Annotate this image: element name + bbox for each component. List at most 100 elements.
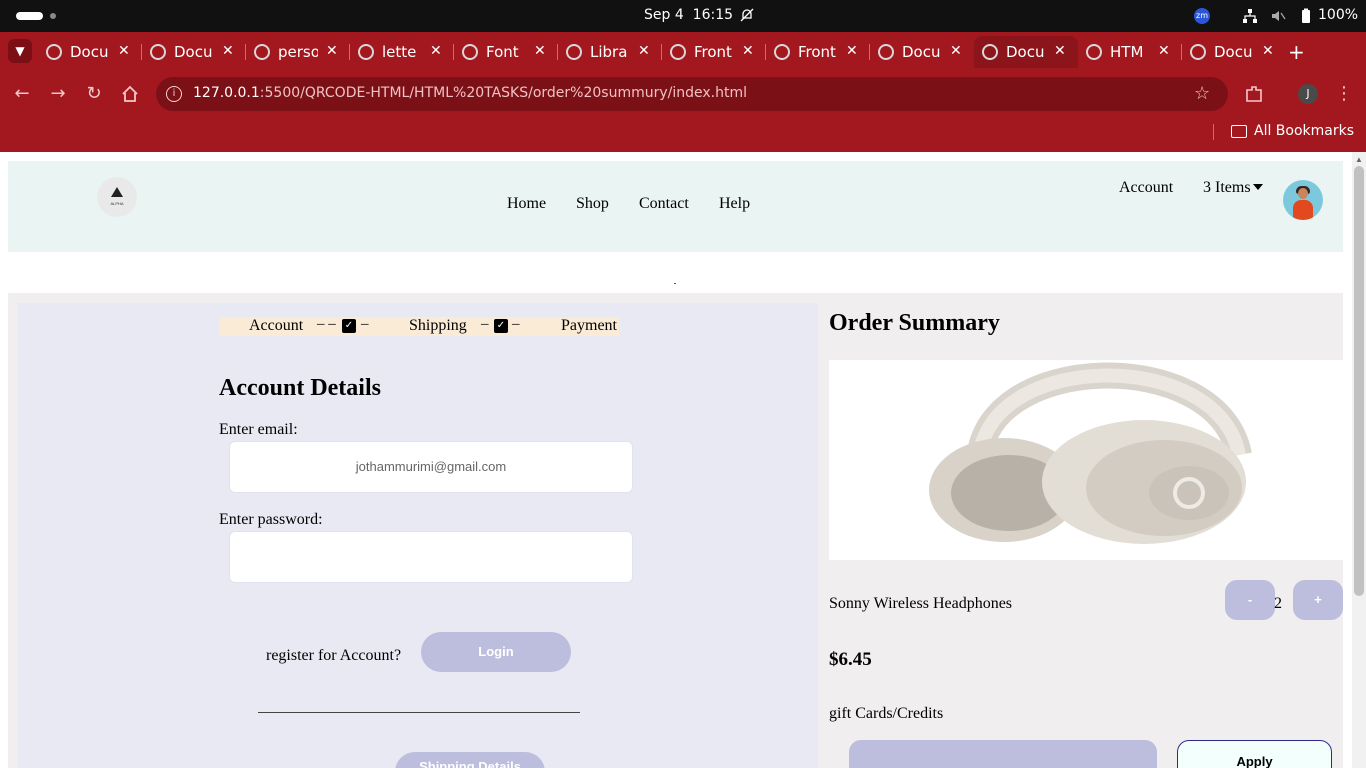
close-tab-icon[interactable]: ✕ — [950, 43, 962, 59]
address-bar[interactable]: i 127.0.0.1:5500/QRCODE-HTML/HTML%20TASK… — [156, 77, 1228, 111]
bell-muted-icon — [740, 8, 754, 22]
order-summary-title: Order Summary — [829, 310, 1000, 336]
password-field[interactable] — [229, 531, 633, 583]
url-host: 127.0.0.1 — [193, 85, 260, 101]
step-connector: – — [512, 316, 520, 332]
clock[interactable]: Sep 4 16:15 — [644, 7, 733, 23]
close-tab-icon[interactable]: ✕ — [638, 43, 650, 59]
cart-dropdown[interactable]: 3 Items — [1203, 179, 1263, 197]
step-shipping[interactable]: Shipping — [409, 317, 467, 335]
globe-icon — [982, 44, 998, 60]
tab-title: Front — [694, 43, 732, 61]
increase-quantity-button[interactable]: + — [1293, 580, 1343, 620]
browser-tab[interactable]: Docu ✕ — [142, 36, 246, 68]
network-icon[interactable] — [1242, 8, 1258, 24]
bookmarks-bar: All Bookmarks — [0, 116, 1366, 152]
close-tab-icon[interactable]: ✕ — [1262, 43, 1274, 59]
headphones-illustration — [929, 362, 1252, 544]
scroll-up-arrow-icon[interactable]: ▲ — [1355, 155, 1363, 164]
browser-tab[interactable]: Front ✕ — [662, 36, 766, 68]
globe-icon — [878, 44, 894, 60]
home-icon[interactable] — [120, 84, 140, 104]
stray-mark — [674, 283, 676, 284]
bookmarks-separator — [1213, 124, 1214, 140]
site-info-icon[interactable]: i — [166, 86, 182, 102]
folder-icon — [1231, 125, 1247, 138]
tab-title: perso — [278, 43, 318, 61]
nav-contact[interactable]: Contact — [639, 195, 689, 213]
quantity-value: 2 — [1274, 595, 1282, 612]
kebab-menu-icon[interactable]: ⋮ — [1334, 84, 1354, 104]
site-header: ALPHA Home Shop Contact Help Account 3 I… — [8, 161, 1343, 252]
checkout-main: Account – – ✓ – Shipping – ✓ – Payment A… — [8, 293, 1343, 768]
browser-tab[interactable]: Docu ✕ — [38, 36, 142, 68]
bookmark-star-icon[interactable]: ☆ — [1194, 83, 1210, 104]
tab-title: Docu — [902, 43, 941, 61]
close-tab-icon[interactable]: ✕ — [222, 43, 234, 59]
forward-icon[interactable]: → — [48, 84, 68, 104]
back-icon[interactable]: ← — [12, 84, 32, 104]
new-tab-button[interactable]: + — [1288, 40, 1305, 64]
tab-title: Font — [486, 43, 519, 61]
close-tab-icon[interactable]: ✕ — [326, 43, 338, 59]
apply-button[interactable]: Apply — [1177, 740, 1332, 768]
browser-tab[interactable]: Docu ✕ — [870, 36, 974, 68]
browser-tab[interactable]: Docu ✕ — [974, 36, 1078, 68]
login-button[interactable]: Login — [421, 632, 571, 672]
tab-title: Docu — [1006, 43, 1045, 61]
os-top-bar: Sep 4 16:15 zm 100% — [0, 0, 1366, 32]
close-tab-icon[interactable]: ✕ — [742, 43, 754, 59]
tab-search-button[interactable]: ▼ — [8, 39, 32, 63]
decrease-quantity-button[interactable]: - — [1225, 580, 1275, 620]
step-payment[interactable]: Payment — [561, 317, 617, 335]
all-bookmarks-link[interactable]: All Bookmarks — [1254, 123, 1354, 139]
profile-avatar[interactable]: J — [1298, 84, 1318, 104]
gift-card-input[interactable] — [849, 740, 1157, 768]
page-viewport: ALPHA Home Shop Contact Help Account 3 I… — [0, 152, 1352, 768]
close-tab-icon[interactable]: ✕ — [534, 43, 546, 59]
register-link[interactable]: register for Account? — [266, 647, 401, 665]
tab-title: Docu — [70, 43, 109, 61]
zoom-app-icon[interactable]: zm — [1194, 8, 1210, 24]
tab-title: lette — [382, 43, 417, 61]
url-text[interactable]: 127.0.0.1:5500/QRCODE-HTML/HTML%20TASKS/… — [193, 85, 747, 101]
close-tab-icon[interactable]: ✕ — [846, 43, 858, 59]
browser-tab[interactable]: Font ✕ — [454, 36, 558, 68]
scrollbar-thumb[interactable] — [1354, 166, 1364, 596]
browser-tab[interactable]: Docu ✕ — [1182, 36, 1286, 68]
extensions-icon[interactable] — [1244, 84, 1264, 104]
email-field[interactable]: jothammurimi@gmail.com — [229, 441, 633, 493]
clock-time: 16:15 — [692, 7, 734, 23]
browser-tab[interactable]: lette ✕ — [350, 36, 454, 68]
close-tab-icon[interactable]: ✕ — [118, 43, 130, 59]
divider — [258, 712, 580, 713]
close-tab-icon[interactable]: ✕ — [1158, 43, 1170, 59]
logo-text: ALPHA — [110, 201, 124, 206]
close-tab-icon[interactable]: ✕ — [1054, 43, 1066, 59]
avatar-body — [1293, 200, 1313, 220]
volume-muted-icon[interactable] — [1270, 8, 1286, 24]
browser-tab[interactable]: perso ✕ — [246, 36, 350, 68]
cart-items-label: 3 Items — [1203, 179, 1251, 196]
browser-tab[interactable]: HTM ✕ — [1078, 36, 1182, 68]
checkbox-checked-icon: ✓ — [342, 319, 356, 333]
nav-home[interactable]: Home — [507, 195, 546, 213]
clock-date: Sep 4 — [644, 7, 684, 23]
nav-help[interactable]: Help — [719, 195, 750, 213]
nav-shop[interactable]: Shop — [576, 195, 609, 213]
shipping-details-button[interactable]: Shipping Details — [395, 752, 545, 768]
close-tab-icon[interactable]: ✕ — [430, 43, 442, 59]
page-scrollbar[interactable]: ▲ — [1352, 152, 1366, 768]
activities-indicator[interactable] — [16, 12, 43, 20]
browser-tab[interactable]: Front ✕ — [766, 36, 870, 68]
form-title: Account Details — [219, 375, 381, 401]
battery-icon[interactable] — [1298, 8, 1314, 24]
tab-separator — [661, 44, 662, 60]
user-avatar[interactable] — [1283, 180, 1323, 220]
site-logo[interactable]: ALPHA — [97, 177, 137, 217]
browser-tab[interactable]: Libra ✕ — [558, 36, 662, 68]
step-account[interactable]: Account — [249, 317, 303, 335]
gift-cards-label: gift Cards/Credits — [829, 705, 944, 722]
header-account-link[interactable]: Account — [1119, 179, 1173, 197]
reload-icon[interactable]: ↻ — [84, 84, 104, 104]
